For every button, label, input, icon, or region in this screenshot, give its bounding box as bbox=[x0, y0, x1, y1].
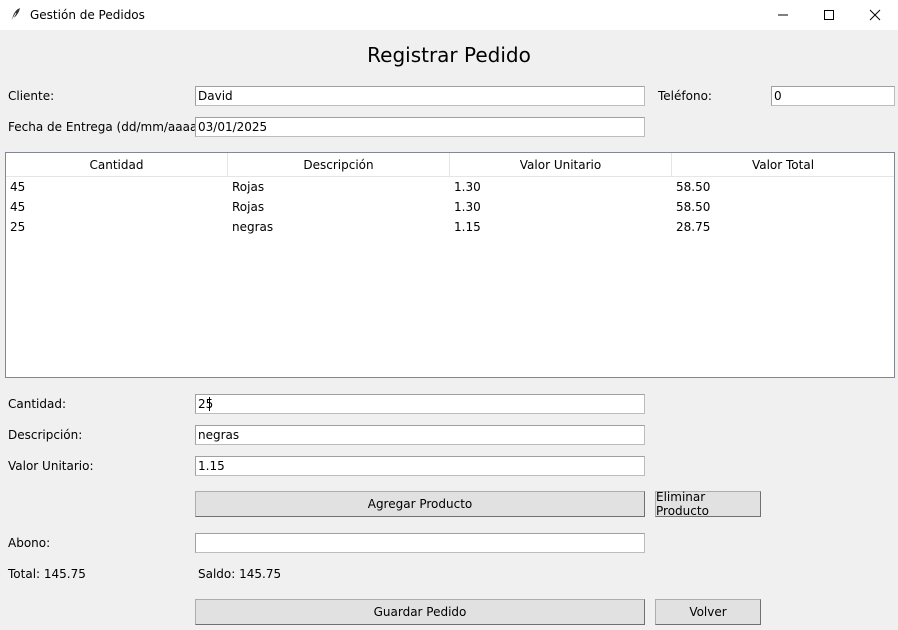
column-header-valor-unitario[interactable]: Valor Unitario bbox=[450, 153, 672, 176]
save-order-button[interactable]: Guardar Pedido bbox=[195, 599, 645, 625]
back-button[interactable]: Volver bbox=[655, 599, 761, 625]
cell-valor-total: 58.50 bbox=[676, 200, 711, 214]
column-header-cantidad[interactable]: Cantidad bbox=[6, 153, 228, 176]
telefono-input[interactable] bbox=[771, 86, 895, 106]
maximize-button[interactable] bbox=[806, 0, 852, 30]
app-feather-icon bbox=[10, 8, 20, 23]
maximize-icon bbox=[824, 10, 834, 20]
valor-unitario-input[interactable] bbox=[195, 456, 645, 476]
cell-valor-total: 28.75 bbox=[676, 220, 711, 234]
title-bar: Gestión de Pedidos bbox=[0, 0, 898, 30]
cell-cantidad: 45 bbox=[10, 200, 26, 214]
descripcion-input[interactable] bbox=[195, 425, 645, 445]
fecha-label: Fecha de Entrega (dd/mm/aaaa): bbox=[8, 120, 207, 134]
cliente-label: Cliente: bbox=[8, 89, 55, 103]
cell-valor-total: 58.50 bbox=[676, 180, 711, 194]
cell-cantidad: 25 bbox=[10, 220, 26, 234]
page-title: Registrar Pedido bbox=[367, 43, 531, 67]
window-title: Gestión de Pedidos bbox=[30, 8, 145, 22]
text-cursor bbox=[209, 397, 210, 411]
table-row[interactable]: 45 Rojas 1.30 58.50 bbox=[6, 177, 894, 197]
cantidad-label: Cantidad: bbox=[8, 397, 67, 411]
add-product-button[interactable]: Agregar Producto bbox=[195, 491, 645, 517]
table-row[interactable]: 45 Rojas 1.30 58.50 bbox=[6, 197, 894, 217]
abono-input[interactable] bbox=[195, 533, 645, 553]
table-row[interactable]: 25 negras 1.15 28.75 bbox=[6, 217, 894, 237]
remove-product-button[interactable]: Eliminar Producto bbox=[655, 490, 761, 518]
table-header: Cantidad Descripción Valor Unitario Valo… bbox=[6, 153, 894, 177]
cell-cantidad: 45 bbox=[10, 180, 26, 194]
minimize-button[interactable] bbox=[760, 0, 806, 30]
column-header-valor-total[interactable]: Valor Total bbox=[672, 153, 894, 176]
cell-descripcion: Rojas bbox=[232, 180, 265, 194]
cliente-input[interactable] bbox=[195, 86, 645, 106]
close-icon bbox=[869, 9, 881, 21]
valor-unitario-label: Valor Unitario: bbox=[8, 459, 94, 473]
column-header-descripcion[interactable]: Descripción bbox=[228, 153, 450, 176]
cell-valor-unitario: 1.30 bbox=[454, 200, 481, 214]
cantidad-input[interactable] bbox=[195, 394, 645, 414]
saldo-text: Saldo: 145.75 bbox=[198, 567, 282, 581]
cell-valor-unitario: 1.15 bbox=[454, 220, 481, 234]
products-table[interactable]: Cantidad Descripción Valor Unitario Valo… bbox=[5, 152, 895, 378]
fecha-input[interactable] bbox=[195, 117, 645, 137]
abono-label: Abono: bbox=[8, 536, 51, 550]
close-button[interactable] bbox=[852, 0, 898, 30]
descripcion-label: Descripción: bbox=[8, 428, 83, 442]
telefono-label: Teléfono: bbox=[658, 89, 712, 103]
minimize-icon bbox=[778, 14, 788, 16]
total-text: Total: 145.75 bbox=[8, 567, 86, 581]
cell-valor-unitario: 1.30 bbox=[454, 180, 481, 194]
cell-descripcion: negras bbox=[232, 220, 274, 234]
cell-descripcion: Rojas bbox=[232, 200, 265, 214]
